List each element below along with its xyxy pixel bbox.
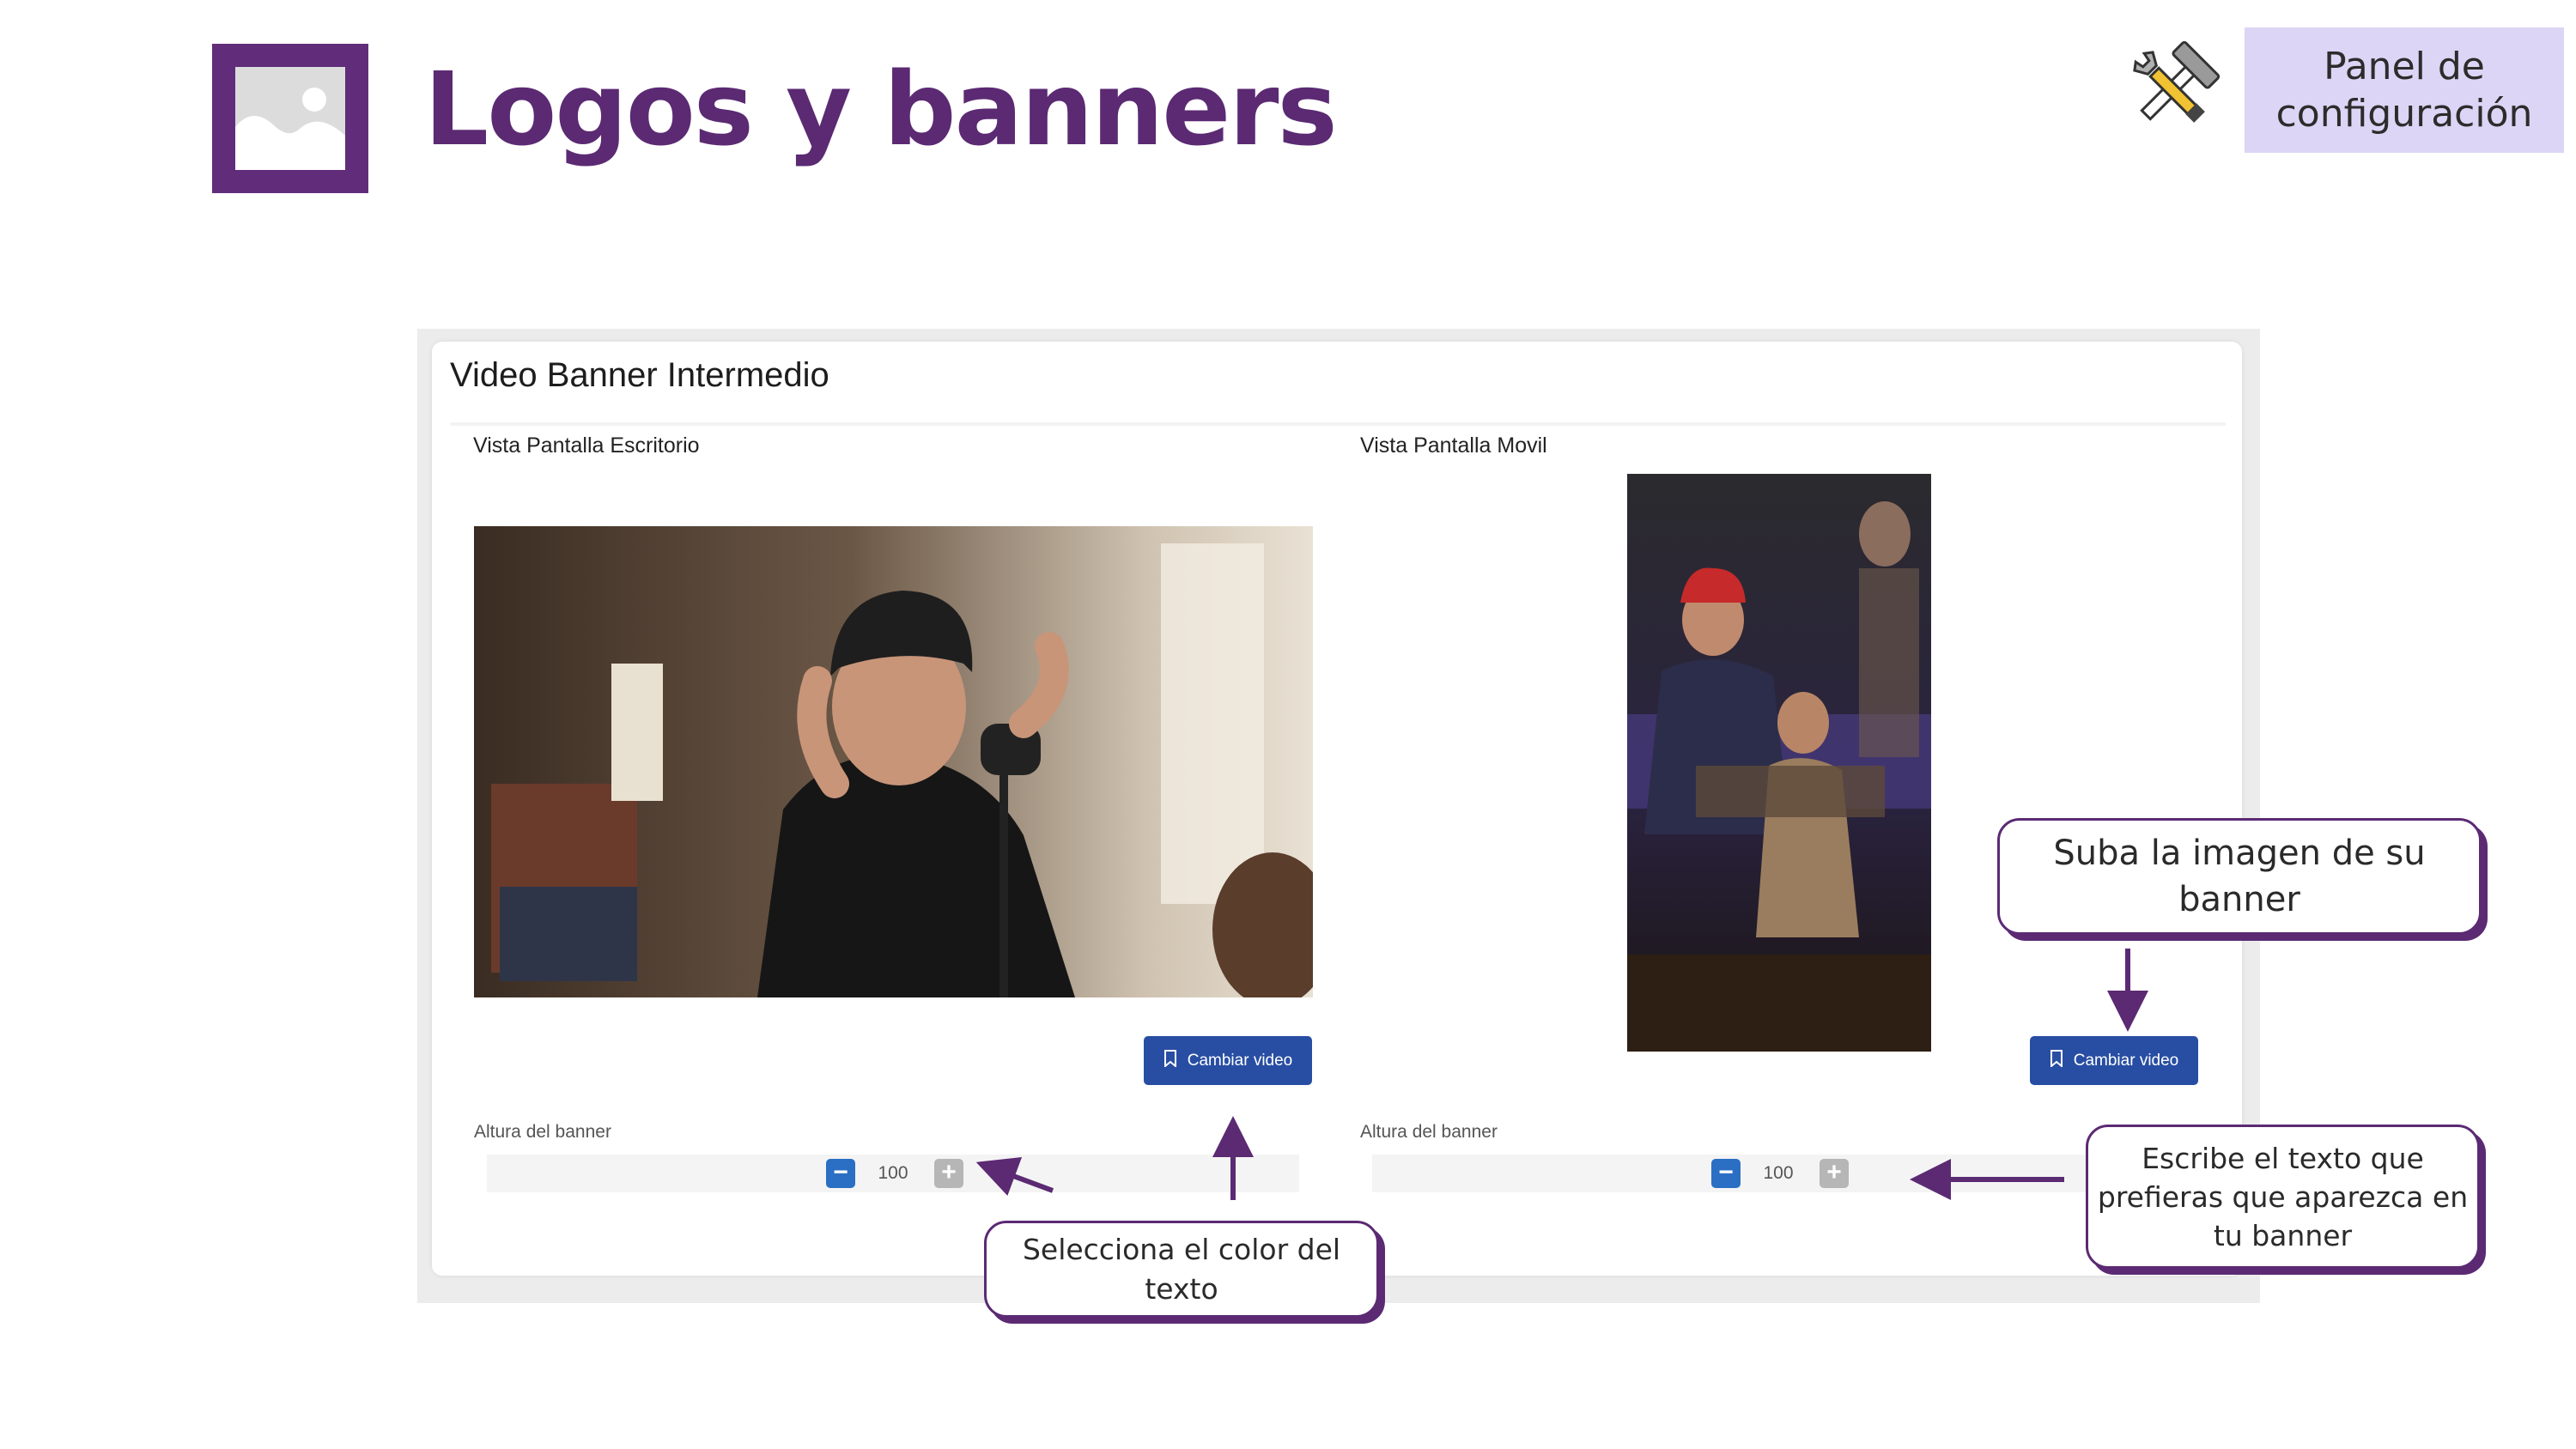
desktop-banner-preview (474, 526, 1333, 1007)
mobile-view-label: Vista Pantalla Movil (1360, 433, 1547, 458)
desktop-view-label: Vista Pantalla Escritorio (473, 433, 700, 458)
desktop-height-label: Altura del banner (474, 1122, 611, 1142)
callout-banner-text: Escribe el texto que prefieras que apare… (2086, 1125, 2480, 1269)
mobile-height-stepper: − 100 + (1372, 1155, 2184, 1192)
increment-button[interactable]: + (1820, 1159, 1849, 1188)
mobile-height-label: Altura del banner (1360, 1122, 1498, 1142)
config-panel-button[interactable]: Panel de configuración (2245, 27, 2564, 153)
config-button-line1: Panel de (2324, 45, 2485, 88)
decrement-button[interactable]: − (1711, 1159, 1741, 1188)
desktop-height-stepper: − 100 + (487, 1155, 1299, 1192)
page-title: Logos y banners (424, 50, 1338, 168)
bookmark-icon (2050, 1049, 2063, 1072)
card-title: Video Banner Intermedio (450, 356, 829, 394)
hammer-wrench-icon (2121, 40, 2222, 137)
height-value[interactable]: 100 (1753, 1163, 1804, 1184)
change-video-label: Cambiar video (1187, 1051, 1293, 1070)
mobile-banner-preview (1627, 474, 1931, 1052)
callout-upload-banner: Suba la imagen de su banner (1997, 818, 2482, 935)
callout-text-color: Selecciona el color del texto (984, 1221, 1379, 1318)
decrement-button[interactable]: − (826, 1159, 855, 1188)
change-video-label: Cambiar video (2073, 1051, 2179, 1070)
config-button-line2: configuración (2275, 92, 2533, 136)
bookmark-icon (1163, 1049, 1177, 1072)
divider (450, 422, 2226, 426)
image-placeholder-icon (212, 44, 368, 193)
increment-button[interactable]: + (934, 1159, 963, 1188)
desktop-change-video-button[interactable]: Cambiar video (1144, 1036, 1312, 1085)
height-value[interactable]: 100 (867, 1163, 919, 1184)
mobile-change-video-button[interactable]: Cambiar video (2030, 1036, 2198, 1085)
